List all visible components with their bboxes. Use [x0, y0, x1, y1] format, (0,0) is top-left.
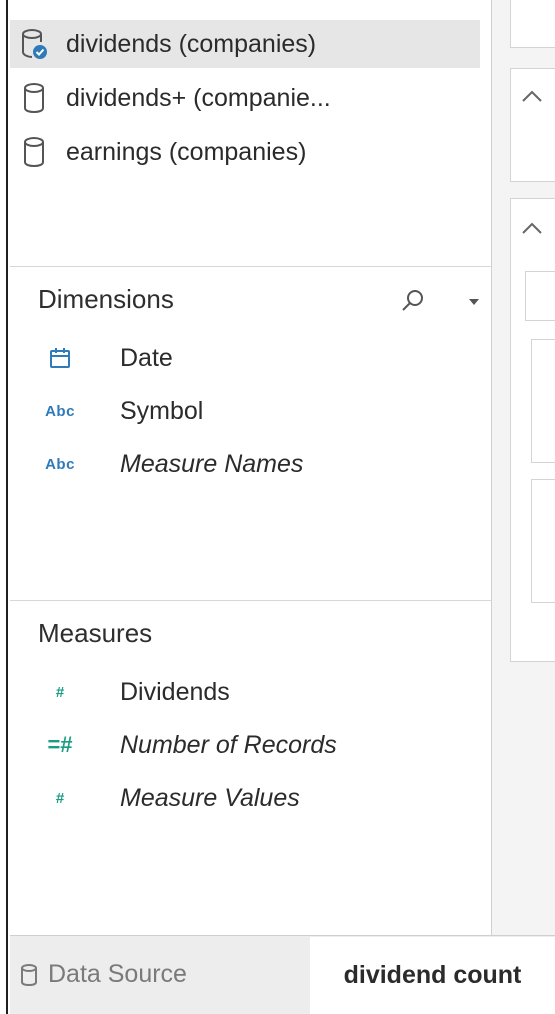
- dimensions-title: Dimensions: [38, 284, 174, 314]
- measure-field-dividends[interactable]: # Dividends: [10, 670, 480, 714]
- chevron-down-icon[interactable]: [462, 290, 486, 314]
- data-source-label: dividends+ (companie...: [66, 83, 331, 112]
- data-source-item-dividends-plus[interactable]: dividends+ (companie...: [10, 74, 480, 122]
- chevron-up-icon[interactable]: [521, 89, 543, 108]
- shelf-card: [510, 0, 555, 48]
- field-label: Date: [120, 343, 173, 372]
- shelf-control[interactable]: [525, 271, 555, 321]
- dimension-field-measure-names[interactable]: Abc Measure Names: [10, 442, 480, 486]
- dimension-field-symbol[interactable]: Abc Symbol: [10, 389, 480, 433]
- calculated-number-icon: =#: [47, 732, 73, 757]
- number-type-icon: #: [55, 789, 65, 807]
- measures-title: Measures: [38, 618, 153, 648]
- calendar-icon: [10, 346, 110, 370]
- number-type-icon: #: [55, 683, 65, 701]
- field-label: Measure Names: [120, 449, 304, 478]
- measure-field-measure-values[interactable]: # Measure Values: [10, 776, 480, 820]
- field-label: Measure Values: [120, 783, 300, 812]
- shelf-card: [510, 198, 555, 662]
- shelves-area: [492, 0, 555, 935]
- database-check-icon: [10, 28, 58, 60]
- database-icon: [10, 82, 58, 114]
- shelf-card: [510, 68, 555, 182]
- data-source-item-earnings[interactable]: earnings (companies): [10, 128, 480, 176]
- field-label: Number of Records: [120, 730, 337, 759]
- section-divider: [10, 266, 491, 267]
- data-pane: dividends (companies) dividends+ (compan…: [10, 0, 491, 935]
- field-label: Dividends: [120, 677, 230, 706]
- data-source-label: earnings (companies): [66, 137, 307, 166]
- tab-label: Data Source: [48, 960, 187, 988]
- dimension-field-date[interactable]: Date: [10, 336, 480, 380]
- string-type-icon: Abc: [45, 402, 75, 420]
- measure-field-number-of-records[interactable]: =# Number of Records: [10, 723, 480, 767]
- shelf-control[interactable]: [531, 479, 555, 603]
- data-source-label: dividends (companies): [66, 29, 317, 58]
- chevron-up-icon[interactable]: [521, 221, 543, 240]
- database-icon: [10, 136, 58, 168]
- tab-data-source[interactable]: Data Source: [10, 935, 310, 1014]
- field-label: Symbol: [120, 396, 204, 425]
- string-type-icon: Abc: [45, 455, 75, 473]
- database-icon: [20, 963, 38, 987]
- app-frame: dividends (companies) dividends+ (compan…: [0, 0, 555, 1014]
- section-divider: [10, 600, 491, 601]
- tab-sheet-dividend-count[interactable]: dividend count: [310, 937, 555, 1014]
- search-icon[interactable]: [398, 286, 428, 316]
- window-edge: [0, 0, 8, 1014]
- shelf-control[interactable]: [531, 339, 555, 463]
- data-source-item-dividends[interactable]: dividends (companies): [10, 20, 480, 68]
